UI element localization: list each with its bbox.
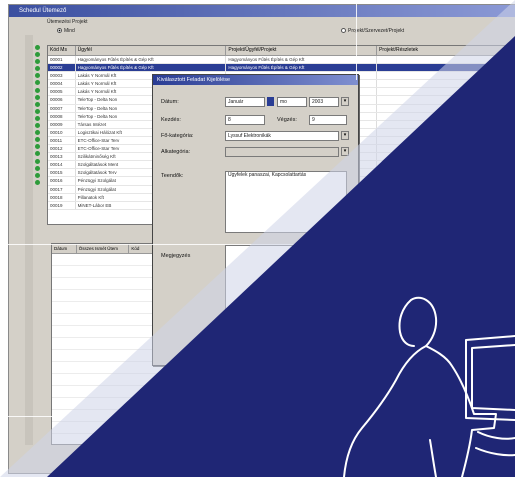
screenshot-stage: Schedul Ütemező Ütemezési Projekt Mind P… [0,0,515,477]
overlay-blue-panel [47,36,515,477]
diagonal-overlay [0,0,515,477]
